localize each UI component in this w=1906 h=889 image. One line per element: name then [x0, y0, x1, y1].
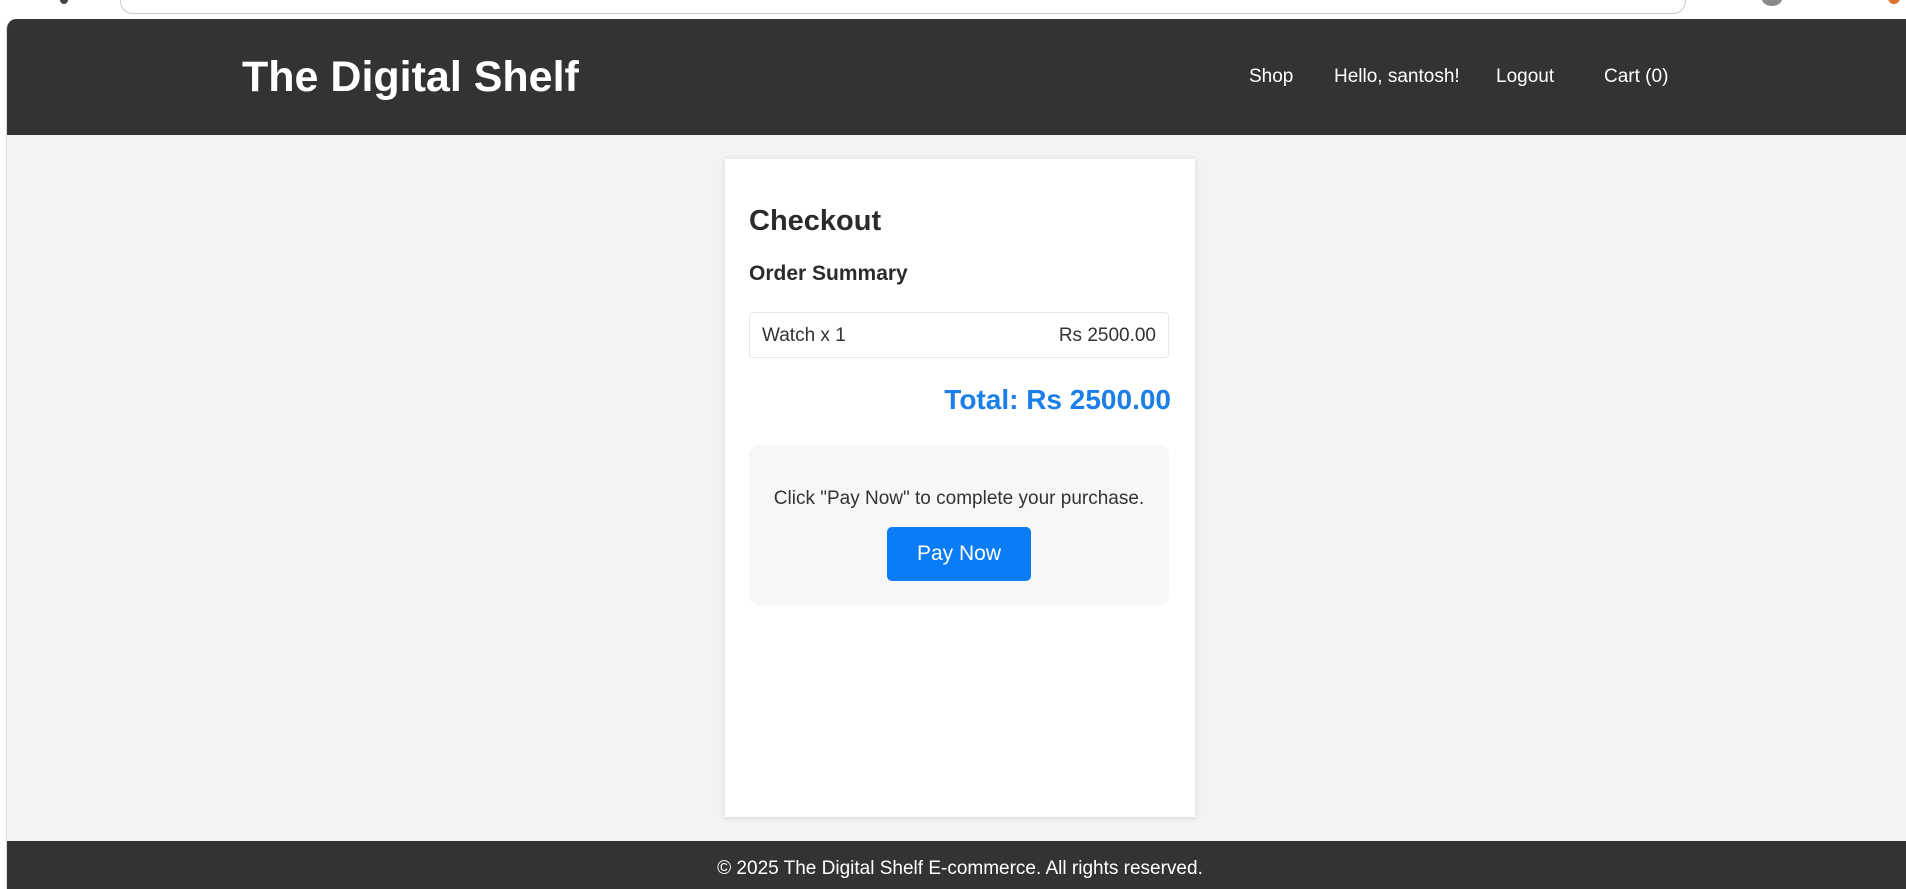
page-viewport: The Digital Shelf Shop Hello, santosh! L…: [6, 19, 1906, 889]
nav-shop-link[interactable]: Shop: [1249, 65, 1293, 89]
page-title: Checkout: [749, 205, 882, 237]
site-footer: © 2025 The Digital Shelf E-commerce. All…: [7, 841, 1906, 889]
nav-cart-link[interactable]: Cart (0): [1604, 65, 1668, 89]
order-item-price: Rs 2500.00: [1058, 325, 1156, 346]
order-item-label: Watch x 1: [762, 325, 846, 346]
address-bar[interactable]: [120, 0, 1686, 14]
pay-now-button[interactable]: Pay Now: [887, 527, 1031, 581]
site-header: The Digital Shelf Shop Hello, santosh! L…: [7, 19, 1906, 135]
order-summary-heading: Order Summary: [749, 262, 908, 285]
profile-avatar-icon[interactable]: [1762, 0, 1782, 6]
order-total: Total: Rs 2500.00: [944, 384, 1171, 415]
browser-menu-icon[interactable]: [60, 0, 68, 4]
site-logo[interactable]: The Digital Shelf: [242, 52, 579, 102]
extension-icon[interactable]: [1888, 0, 1900, 4]
nav-logout-link[interactable]: Logout: [1496, 65, 1554, 89]
checkout-card: Checkout Order Summary Watch x 1 Rs 2500…: [725, 159, 1195, 817]
payment-instruction: Click "Pay Now" to complete your purchas…: [773, 488, 1145, 509]
payment-panel: Click "Pay Now" to complete your purchas…: [749, 445, 1169, 605]
browser-toolbar: [0, 0, 1906, 19]
order-item-row: Watch x 1 Rs 2500.00: [749, 312, 1169, 358]
nav-greeting: Hello, santosh!: [1334, 66, 1460, 87]
footer-copyright: © 2025 The Digital Shelf E-commerce. All…: [717, 858, 1203, 879]
